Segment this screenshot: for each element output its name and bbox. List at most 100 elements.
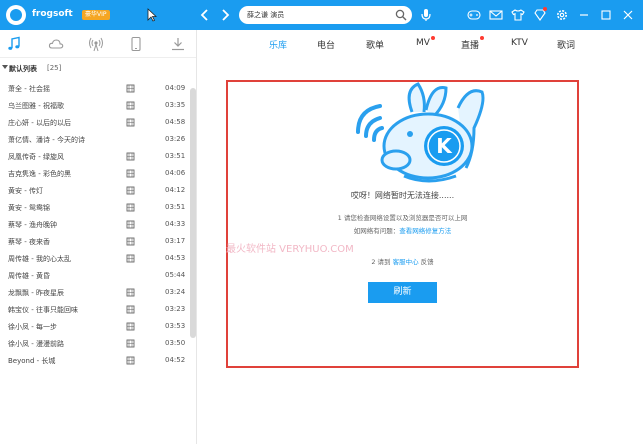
download-icon — [172, 38, 184, 51]
mv-icon[interactable] — [126, 118, 135, 127]
song-title: 乌兰图雅 - 祝福歌 — [8, 102, 64, 110]
kugou-mascot-icon: K — [356, 82, 485, 183]
mv-icon[interactable] — [126, 356, 135, 365]
mv-icon[interactable] — [126, 84, 135, 93]
refresh-button[interactable]: 刷新 — [368, 282, 437, 303]
back-button[interactable] — [198, 8, 212, 22]
search-box[interactable] — [239, 6, 412, 24]
sidebar-tabs — [0, 30, 196, 58]
song-duration: 04:09 — [165, 84, 186, 92]
error-tip-support: 2 请到 客服中心 反馈 — [228, 256, 577, 266]
song-row[interactable]: 周传雄 - 我的心太乱 04:53 — [0, 250, 190, 267]
app-logo[interactable] — [6, 5, 26, 25]
tab-library[interactable]: 乐库 — [269, 38, 287, 51]
mv-icon[interactable] — [126, 203, 135, 212]
playlist-header[interactable]: 默认列表 [25] — [0, 62, 196, 76]
song-duration: 03:51 — [165, 203, 186, 211]
maximize-button[interactable] — [598, 7, 614, 23]
song-row[interactable]: 蔡琴 - 夜来香 03:17 — [0, 233, 190, 250]
mail-icon — [489, 10, 503, 20]
song-duration: 04:12 — [165, 186, 186, 194]
error-title: 哎呀！网络暂时无法连接...... — [350, 191, 455, 200]
minimize-button[interactable] — [576, 7, 592, 23]
network-fix-link[interactable]: 查看网络修复方法 — [399, 227, 451, 235]
tab-lyrics[interactable]: 歌词 — [557, 38, 575, 51]
song-row[interactable]: 乌兰图雅 - 祝福歌 03:35 — [0, 97, 190, 114]
mv-icon[interactable] — [126, 101, 135, 110]
song-row[interactable]: 韩宝仪 - 往事只能回味 03:23 — [0, 301, 190, 318]
song-row[interactable]: 黄安 - 鸳鸯锦 03:51 — [0, 199, 190, 216]
gamepad-icon — [467, 10, 481, 20]
game-button[interactable] — [466, 7, 482, 23]
sidebar-scrollbar[interactable] — [190, 88, 196, 338]
song-row[interactable]: 蔡琴 - 渔舟晚钟 04:33 — [0, 216, 190, 233]
song-list: 萧全 - 社会摇 04:09 乌兰图雅 - 祝福歌 03:35 庄心妍 - 以后的以… — [0, 80, 190, 369]
mv-icon[interactable] — [126, 288, 135, 297]
error-tip-fix-prefix: 如网络有问题： — [353, 227, 400, 235]
song-title: 龙飘飘 - 昨夜星辰 — [8, 289, 64, 297]
song-row[interactable]: 龙飘飘 - 昨夜星辰 03:24 — [0, 284, 190, 301]
search-icon[interactable] — [395, 9, 407, 21]
tab-radio[interactable] — [88, 36, 104, 52]
chevron-right-icon — [222, 9, 230, 21]
song-row[interactable]: 黄安 - 传灯 04:12 — [0, 182, 190, 199]
microphone-icon[interactable] — [420, 8, 432, 22]
close-button[interactable] — [620, 7, 636, 23]
song-duration: 04:52 — [165, 356, 186, 364]
mv-icon[interactable] — [126, 186, 135, 195]
gear-icon — [557, 10, 567, 20]
mv-icon[interactable] — [126, 169, 135, 178]
mv-icon[interactable] — [126, 152, 135, 161]
avatar — [10, 9, 22, 21]
tab-radio-station[interactable]: 电台 — [317, 38, 335, 51]
tab-mv[interactable]: MV — [416, 36, 435, 48]
song-duration: 03:51 — [165, 152, 186, 160]
song-row[interactable]: 庄心妍 - 以后的以后 04:58 — [0, 114, 190, 131]
settings-button[interactable] — [554, 7, 570, 23]
username[interactable]: frogsoft — [32, 9, 73, 19]
song-title: 萧全 - 社会摇 — [8, 85, 50, 93]
mv-icon[interactable] — [126, 305, 135, 314]
mv-icon[interactable] — [126, 322, 135, 331]
notification-dot — [480, 36, 485, 40]
forward-button[interactable] — [218, 8, 232, 22]
tab-download[interactable] — [170, 36, 186, 52]
song-row[interactable]: Beyond - 长城 04:52 — [0, 352, 190, 369]
mv-icon[interactable] — [126, 220, 135, 229]
song-title: 徐小凤 - 漫漫前路 — [8, 340, 64, 348]
support-center-link[interactable]: 客服中心 — [393, 258, 419, 266]
song-row[interactable]: 周传雄 - 黄昏 05:44 — [0, 267, 190, 284]
broadcast-icon — [89, 37, 103, 52]
song-row[interactable]: 徐小凤 - 漫漫前路 03:50 — [0, 335, 190, 352]
tab-ktv[interactable]: KTV — [511, 38, 528, 48]
tab-local-music[interactable] — [6, 36, 22, 52]
tab-device[interactable] — [128, 36, 144, 52]
skin-button[interactable] — [510, 7, 526, 23]
song-row[interactable]: 徐小凤 - 每一步 03:53 — [0, 318, 190, 335]
song-row[interactable]: 凤凰传奇 - 绿旋风 03:51 — [0, 148, 190, 165]
song-title: 凤凰传奇 - 绿旋风 — [8, 153, 64, 161]
message-button[interactable] — [488, 7, 504, 23]
song-duration: 03:17 — [165, 237, 186, 245]
song-row[interactable]: 吉克隽逸 - 彩色的黑 04:06 — [0, 165, 190, 182]
chevron-left-icon — [200, 9, 208, 21]
maximize-icon — [601, 10, 611, 20]
search-input[interactable] — [247, 9, 387, 21]
tab-playlists[interactable]: 歌单 — [366, 38, 384, 51]
song-duration: 04:06 — [165, 169, 186, 177]
song-title: 吉克隽逸 - 彩色的黑 — [8, 170, 71, 178]
song-duration: 03:26 — [165, 135, 186, 143]
vip-button[interactable] — [532, 7, 548, 23]
shirt-icon — [511, 9, 525, 21]
error-tip-check-network: 1 请您检查网络设置以及浏览器是否可以上网 — [337, 214, 468, 222]
tab-live[interactable]: 直播 — [461, 36, 485, 51]
vip-badge[interactable]: 豪华VIP — [82, 10, 110, 20]
song-row[interactable]: 萧亿情、潘诗 - 今天的诗 03:26 — [0, 131, 190, 148]
main-content: 乐库 电台 歌单 MV 直播 KTV 歌词 K 哎呀！网络暂时无法连接.....… — [198, 30, 643, 444]
song-row[interactable]: 萧全 - 社会摇 04:09 — [0, 80, 190, 97]
song-title: 黄安 - 传灯 — [8, 187, 43, 195]
mv-icon[interactable] — [126, 237, 135, 246]
mv-icon[interactable] — [126, 339, 135, 348]
mv-icon[interactable] — [126, 254, 135, 263]
tab-cloud[interactable] — [48, 36, 64, 52]
